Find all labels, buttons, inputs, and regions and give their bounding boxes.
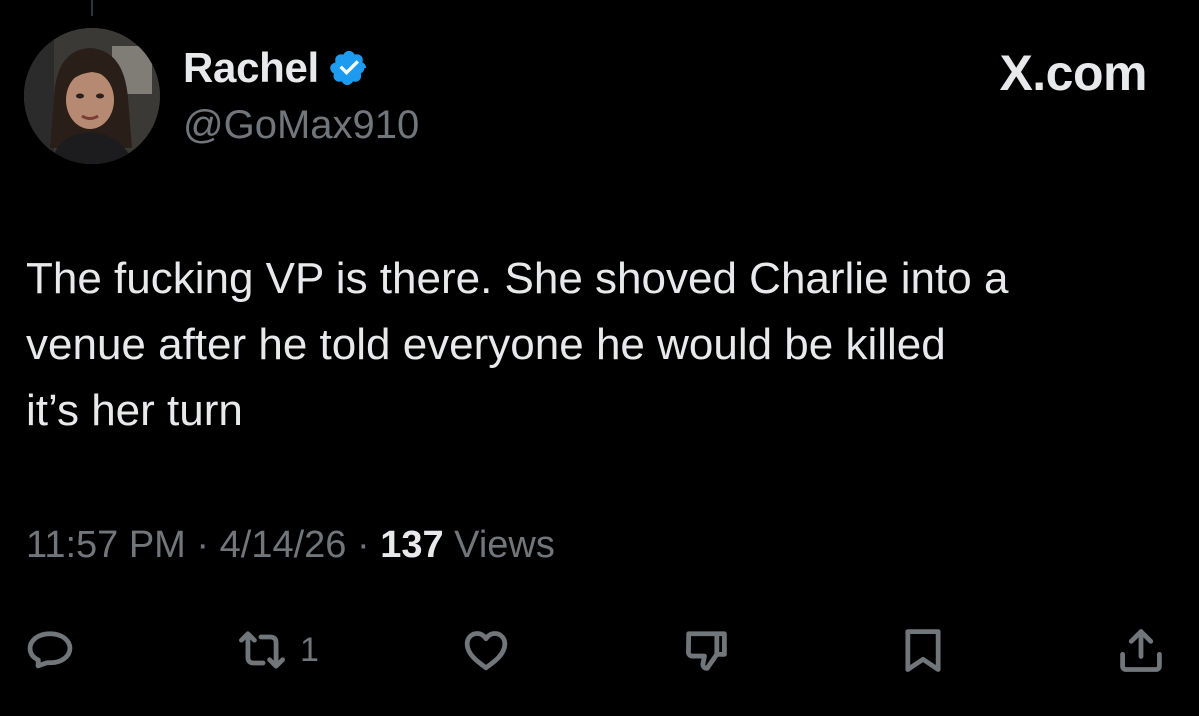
verified-badge-icon [329,48,369,88]
meta-separator: · [196,524,210,566]
post-time[interactable]: 11:57 PM [26,524,186,566]
reply-button[interactable] [24,618,76,682]
dislike-button[interactable] [680,618,732,682]
bookmark-button[interactable] [897,618,949,682]
like-button[interactable] [460,618,512,682]
reply-icon [24,624,76,676]
author-name-row[interactable]: Rachel [183,44,369,92]
views-label: Views [454,524,555,566]
avatar-photo [24,28,160,164]
repost-button[interactable]: 1 [236,618,319,682]
author-handle[interactable]: @GoMax910 [183,103,419,148]
avatar[interactable] [24,28,160,164]
bookmark-icon [897,624,949,676]
share-icon [1115,624,1167,676]
display-name[interactable]: Rachel [183,44,319,92]
thumbs-down-icon [680,624,732,676]
repost-icon [236,624,288,676]
tweet-text: The fucking VP is there. She shoved Char… [26,254,1009,435]
views-count: 137 [380,524,444,566]
meta-separator: · [356,524,370,566]
post-date[interactable]: 4/14/26 [220,524,347,566]
repost-count: 1 [300,630,319,669]
thread-connector-line [91,0,93,16]
brand-watermark: X.com [999,45,1147,101]
heart-icon [460,624,512,676]
tweet-meta: 11:57 PM · 4/14/26 · 137 Views [26,524,555,567]
share-button[interactable] [1115,618,1167,682]
action-bar: 1 [0,618,1199,682]
